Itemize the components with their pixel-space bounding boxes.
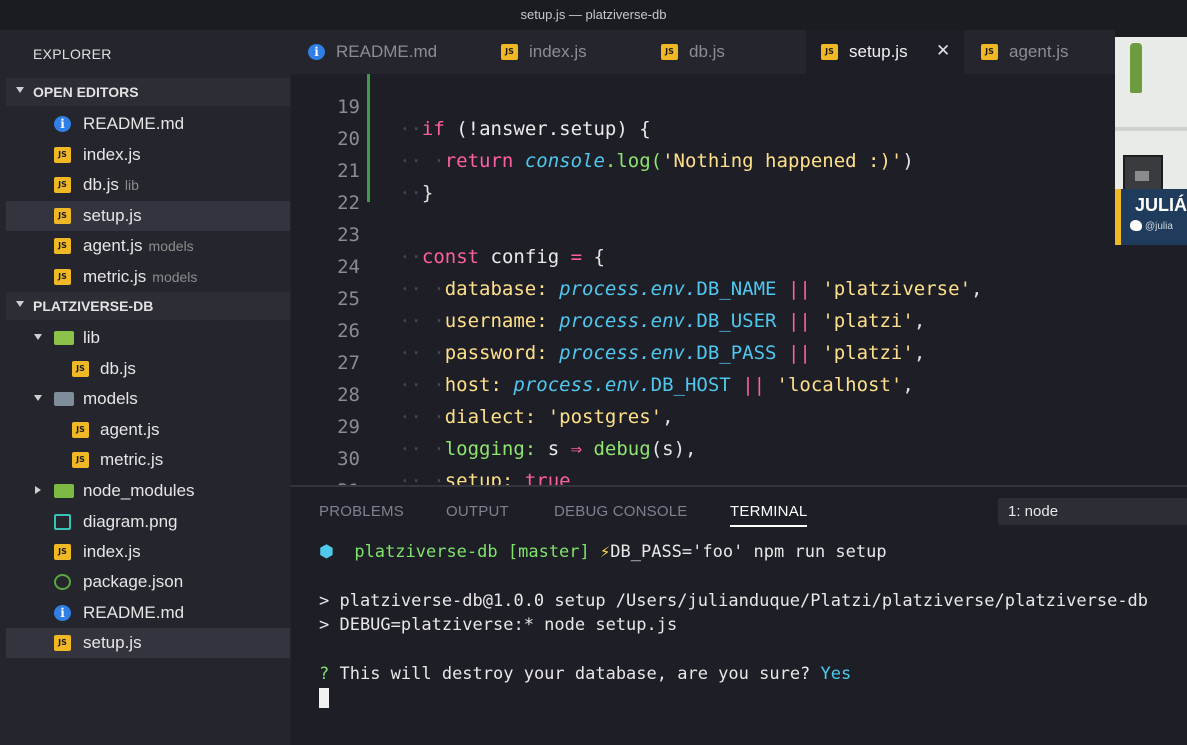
shelf-image [1115, 127, 1187, 131]
code-line: 25 ·· ·username: process.env.DB_USER || '… [337, 288, 926, 332]
twitter-icon [1130, 220, 1142, 231]
title-bar: setup.js — platziverse-db [0, 0, 1187, 30]
info-icon: i [54, 116, 71, 132]
open-editor-item[interactable]: JS db.js lib [6, 170, 290, 200]
chevron-down-icon [34, 334, 42, 340]
chevron-down-icon [16, 87, 24, 93]
tab-terminal[interactable]: TERMINAL [730, 503, 808, 527]
tree-folder[interactable]: lib [6, 323, 290, 353]
js-icon: JS [72, 452, 89, 468]
tree-file[interactable]: i README.md [6, 598, 290, 628]
code-line: 27 ·· ·host: process.env.DB_HOST || 'loca… [337, 352, 914, 396]
code-line: 19 ··if (!answer.setup) { [337, 96, 651, 140]
code-line: 21 ··} [337, 160, 434, 204]
code-line: 22 [337, 192, 360, 214]
js-icon: JS [54, 269, 71, 285]
terminal-select[interactable]: 1: node [998, 498, 1187, 525]
terminal-output-line: > platziverse-db@1.0.0 setup /Users/juli… [319, 591, 1149, 611]
explorer-title: EXPLORER [33, 46, 112, 62]
open-editor-item[interactable]: i README.md [6, 109, 290, 139]
terminal-cursor [319, 688, 329, 708]
info-icon: i [54, 605, 71, 621]
presenter-lower-third: JULIÁN @julia [1115, 189, 1187, 245]
code-line: 20 ·· ·return console.log('Nothing happen… [337, 128, 914, 172]
open-editor-item[interactable]: JS metric.js models [6, 262, 290, 292]
tree-file[interactable]: JS index.js [6, 537, 290, 567]
bottle-image [1130, 43, 1142, 93]
tab-output[interactable]: OUTPUT [446, 503, 509, 520]
terminal-prompt-line: ⬢ platziverse-db [master] ⚡DB_PASS='foo'… [319, 542, 887, 562]
tab-problems[interactable]: PROBLEMS [319, 503, 404, 520]
code-line: 23 ··const config = { [337, 224, 605, 268]
tree-file[interactable]: JS agent.js [6, 415, 290, 445]
chevron-right-icon [35, 486, 41, 494]
js-icon: JS [72, 361, 89, 377]
tab-setup[interactable]: JS setup.js ✕ [806, 30, 964, 74]
tab-readme[interactable]: i README.md [308, 30, 468, 74]
code-line: 30 ·· ·setup: true [337, 448, 571, 485]
folder-icon [54, 392, 74, 406]
bolt-icon: ⚡ [600, 542, 611, 562]
js-icon: JS [54, 177, 71, 193]
package-icon [54, 574, 71, 590]
image-icon [54, 514, 71, 530]
tree-folder[interactable]: node_modules [6, 476, 290, 506]
js-icon: JS [54, 635, 71, 651]
tree-file[interactable]: package.json [6, 567, 290, 597]
window-title: setup.js — platziverse-db [520, 7, 667, 22]
tree-file[interactable]: diagram.png [6, 507, 290, 537]
tree-file[interactable]: JS db.js [6, 354, 290, 384]
code-line: 28 ·· ·dialect: 'postgres', [337, 384, 674, 428]
tree-file[interactable]: JS setup.js [6, 628, 290, 658]
folder-icon [54, 484, 74, 498]
explorer-sidebar: EXPLORER OPEN EDITORS i README.md JS ind… [0, 30, 291, 745]
tab-db[interactable]: JS db.js [661, 30, 791, 74]
project-header[interactable]: PLATZIVERSE-DB [6, 292, 290, 320]
tab-index[interactable]: JS index.js [501, 30, 631, 74]
code-line: 24 ·· ·database: process.env.DB_NAME || '… [337, 256, 983, 300]
js-icon: JS [981, 44, 998, 60]
chevron-down-icon [16, 301, 24, 307]
node-icon: ⬢ [319, 542, 334, 562]
chevron-down-icon [34, 395, 42, 401]
bottom-panel: PROBLEMS OUTPUT DEBUG CONSOLE TERMINAL 1… [291, 485, 1187, 745]
tab-agent[interactable]: JS agent.js [981, 30, 1111, 74]
presenter-handle: @julia [1145, 221, 1173, 232]
code-line: 31 ··} [291, 458, 1187, 485]
editor-tab-bar: i README.md JS index.js JS db.js JS setu… [291, 30, 1115, 74]
js-icon: JS [54, 544, 71, 560]
presenter-name: JULIÁN [1135, 195, 1187, 215]
close-icon[interactable]: ✕ [936, 41, 950, 61]
js-icon: JS [72, 422, 89, 438]
webcam-overlay: JULIÁN @julia [1115, 37, 1187, 245]
js-icon: JS [54, 238, 71, 254]
terminal-cursor-line[interactable] [319, 688, 329, 709]
js-icon: JS [54, 208, 71, 224]
open-editor-item[interactable]: JS agent.js models [6, 231, 290, 261]
code-editor[interactable]: 19 ··if (!answer.setup) { 20 ·· ·return c… [291, 74, 1187, 485]
folder-icon [54, 331, 74, 345]
code-line: 29 ·· ·logging: s ⇒ debug(s), [337, 416, 697, 460]
js-icon: JS [54, 147, 71, 163]
tree-folder[interactable]: models [6, 384, 290, 414]
open-editor-item[interactable]: JS setup.js [6, 201, 290, 231]
open-editors-header[interactable]: OPEN EDITORS [6, 78, 290, 106]
info-icon: i [308, 44, 325, 60]
open-editor-item[interactable]: JS index.js [6, 140, 290, 170]
tree-file[interactable]: JS metric.js [6, 445, 290, 475]
terminal-output-line: > DEBUG=platziverse:* node setup.js [319, 615, 678, 635]
terminal-question-line: ? This will destroy your database, are y… [319, 664, 852, 684]
js-icon: JS [821, 44, 838, 60]
js-icon: JS [661, 44, 678, 60]
js-icon: JS [501, 44, 518, 60]
tab-debug-console[interactable]: DEBUG CONSOLE [554, 503, 687, 520]
code-line: 26 ·· ·password: process.env.DB_PASS || '… [337, 320, 926, 364]
